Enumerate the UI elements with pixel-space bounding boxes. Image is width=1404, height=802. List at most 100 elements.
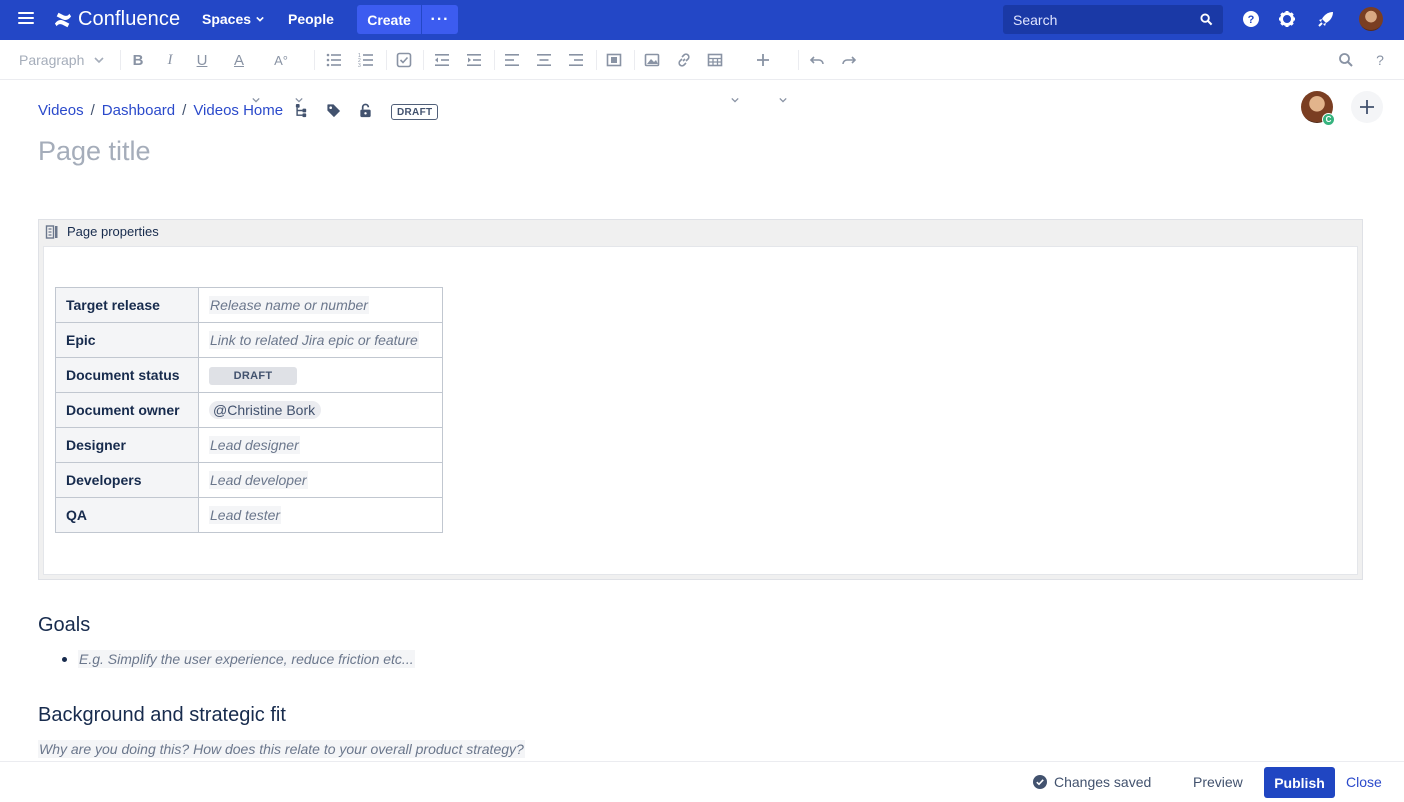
- brand-name: Confluence: [78, 8, 181, 30]
- task-list-icon[interactable]: [395, 51, 413, 69]
- table-row: Document status DRAFT: [55, 357, 443, 393]
- text-color-icon[interactable]: A: [230, 51, 248, 69]
- property-value-cell[interactable]: Release name or number: [198, 287, 443, 323]
- invite-collaborator-button[interactable]: [1351, 91, 1383, 123]
- restrictions-unlock-icon[interactable]: [358, 103, 373, 118]
- find-replace-search-icon[interactable]: [1337, 51, 1355, 69]
- property-key: QA: [55, 497, 199, 533]
- macro-title: Page properties: [67, 224, 159, 239]
- table-row: Epic Link to related Jira epic or featur…: [55, 322, 443, 358]
- editor-footer: Changes saved Preview Publish Close: [0, 761, 1404, 802]
- background-placeholder[interactable]: Why are you doing this? How does this re…: [38, 740, 525, 758]
- breadcrumb-link-dashboard[interactable]: Dashboard: [102, 102, 175, 119]
- table-row: Document owner @Christine Bork: [55, 392, 443, 428]
- toolbar-divider: [634, 50, 635, 70]
- page-properties-macro[interactable]: Page properties Target release Release n…: [38, 219, 1363, 580]
- publish-button[interactable]: Publish: [1264, 767, 1335, 798]
- status-lozenge[interactable]: DRAFT: [209, 366, 297, 385]
- chevron-down-icon: [256, 16, 264, 22]
- insert-table-icon[interactable]: [706, 51, 724, 69]
- close-button[interactable]: Close: [1346, 774, 1382, 790]
- hamburger-menu-icon[interactable]: [18, 12, 34, 26]
- help-icon[interactable]: ?: [1242, 10, 1260, 28]
- labels-tag-icon[interactable]: [326, 103, 341, 118]
- chevron-down-icon: [94, 57, 104, 64]
- placeholder-text: Lead developer: [209, 471, 308, 489]
- breadcrumb-separator: /: [90, 102, 95, 119]
- people-label: People: [288, 11, 334, 27]
- property-key: Document status: [55, 357, 199, 393]
- toolbar-divider: [314, 50, 315, 70]
- user-avatar[interactable]: [1359, 7, 1383, 31]
- table-row: QA Lead tester: [55, 497, 443, 533]
- create-button[interactable]: Create: [357, 5, 421, 34]
- underline-icon[interactable]: U: [193, 51, 211, 69]
- chevron-down-icon[interactable]: [731, 96, 739, 104]
- insert-more-plus-icon[interactable]: [754, 51, 772, 69]
- page-layout-icon[interactable]: [605, 51, 623, 69]
- breadcrumb-separator: /: [182, 102, 187, 119]
- settings-gear-icon[interactable]: [1278, 10, 1296, 28]
- bullet-list-icon[interactable]: [325, 51, 343, 69]
- toolbar-divider: [386, 50, 387, 70]
- undo-icon[interactable]: [808, 51, 826, 69]
- numbered-list-icon[interactable]: 123: [357, 51, 375, 69]
- save-status: Changes saved: [1033, 774, 1151, 790]
- align-left-icon[interactable]: [503, 51, 521, 69]
- table-row: Developers Lead developer: [55, 462, 443, 498]
- text-formatting-icon[interactable]: A°: [272, 51, 290, 69]
- redo-icon[interactable]: [840, 51, 858, 69]
- page-properties-icon: [45, 224, 58, 239]
- toolbar-divider: [596, 50, 597, 70]
- breadcrumb-link-videos[interactable]: Videos: [38, 102, 84, 119]
- toolbar-divider: [798, 50, 799, 70]
- indent-icon[interactable]: [465, 51, 483, 69]
- search-input[interactable]: Search: [1003, 5, 1223, 34]
- paragraph-style-dropdown[interactable]: Paragraph: [19, 52, 104, 68]
- property-value-cell[interactable]: DRAFT: [198, 357, 443, 393]
- table-row: Target release Release name or number: [55, 287, 443, 323]
- check-circle-icon: [1033, 775, 1047, 789]
- placeholder-text: E.g. Simplify the user experience, reduc…: [78, 650, 415, 668]
- list-item[interactable]: E.g. Simplify the user experience, reduc…: [62, 650, 415, 668]
- page-tree-location-icon[interactable]: [294, 103, 309, 118]
- user-mention[interactable]: @Christine Bork: [209, 401, 322, 419]
- create-more-button[interactable]: ···: [422, 5, 458, 34]
- align-center-icon[interactable]: [535, 51, 553, 69]
- spaces-menu[interactable]: Spaces: [202, 11, 264, 27]
- property-value-cell[interactable]: Lead developer: [198, 462, 443, 498]
- goals-heading[interactable]: Goals: [38, 614, 90, 637]
- macro-body: Target release Release name or number Ep…: [43, 246, 1358, 575]
- chevron-down-icon[interactable]: [779, 96, 787, 104]
- align-right-icon[interactable]: [567, 51, 585, 69]
- notifications-rocket-icon[interactable]: [1317, 10, 1335, 28]
- property-value-cell[interactable]: Link to related Jira epic or feature: [198, 322, 443, 358]
- insert-image-icon[interactable]: [643, 51, 661, 69]
- confluence-logo[interactable]: Confluence: [54, 8, 180, 31]
- property-key: Designer: [55, 427, 199, 463]
- background-heading[interactable]: Background and strategic fit: [38, 704, 286, 727]
- property-value-cell[interactable]: Lead tester: [198, 497, 443, 533]
- people-link[interactable]: People: [288, 11, 334, 27]
- draft-status-badge: DRAFT: [391, 104, 439, 120]
- preview-button[interactable]: Preview: [1193, 774, 1243, 790]
- table-row: Designer Lead designer: [55, 427, 443, 463]
- property-value-cell[interactable]: @Christine Bork: [198, 392, 443, 428]
- placeholder-text: Release name or number: [209, 296, 369, 314]
- bold-icon[interactable]: B: [129, 51, 147, 69]
- save-status-text: Changes saved: [1054, 774, 1152, 790]
- plus-icon: [1360, 100, 1374, 114]
- svg-text:?: ?: [1248, 14, 1255, 26]
- breadcrumb-link-videos-home[interactable]: Videos Home: [193, 102, 283, 119]
- property-value-cell[interactable]: Lead designer: [198, 427, 443, 463]
- search-placeholder: Search: [1013, 11, 1058, 28]
- property-key: Target release: [55, 287, 199, 323]
- help-question-icon[interactable]: ?: [1371, 51, 1389, 69]
- placeholder-text: Link to related Jira epic or feature: [209, 331, 419, 349]
- italic-icon[interactable]: I: [161, 51, 179, 69]
- outdent-icon[interactable]: [433, 51, 451, 69]
- toolbar-divider: [120, 50, 121, 70]
- insert-link-icon[interactable]: [675, 51, 693, 69]
- property-key: Epic: [55, 322, 199, 358]
- page-title-input[interactable]: Page title: [38, 136, 151, 167]
